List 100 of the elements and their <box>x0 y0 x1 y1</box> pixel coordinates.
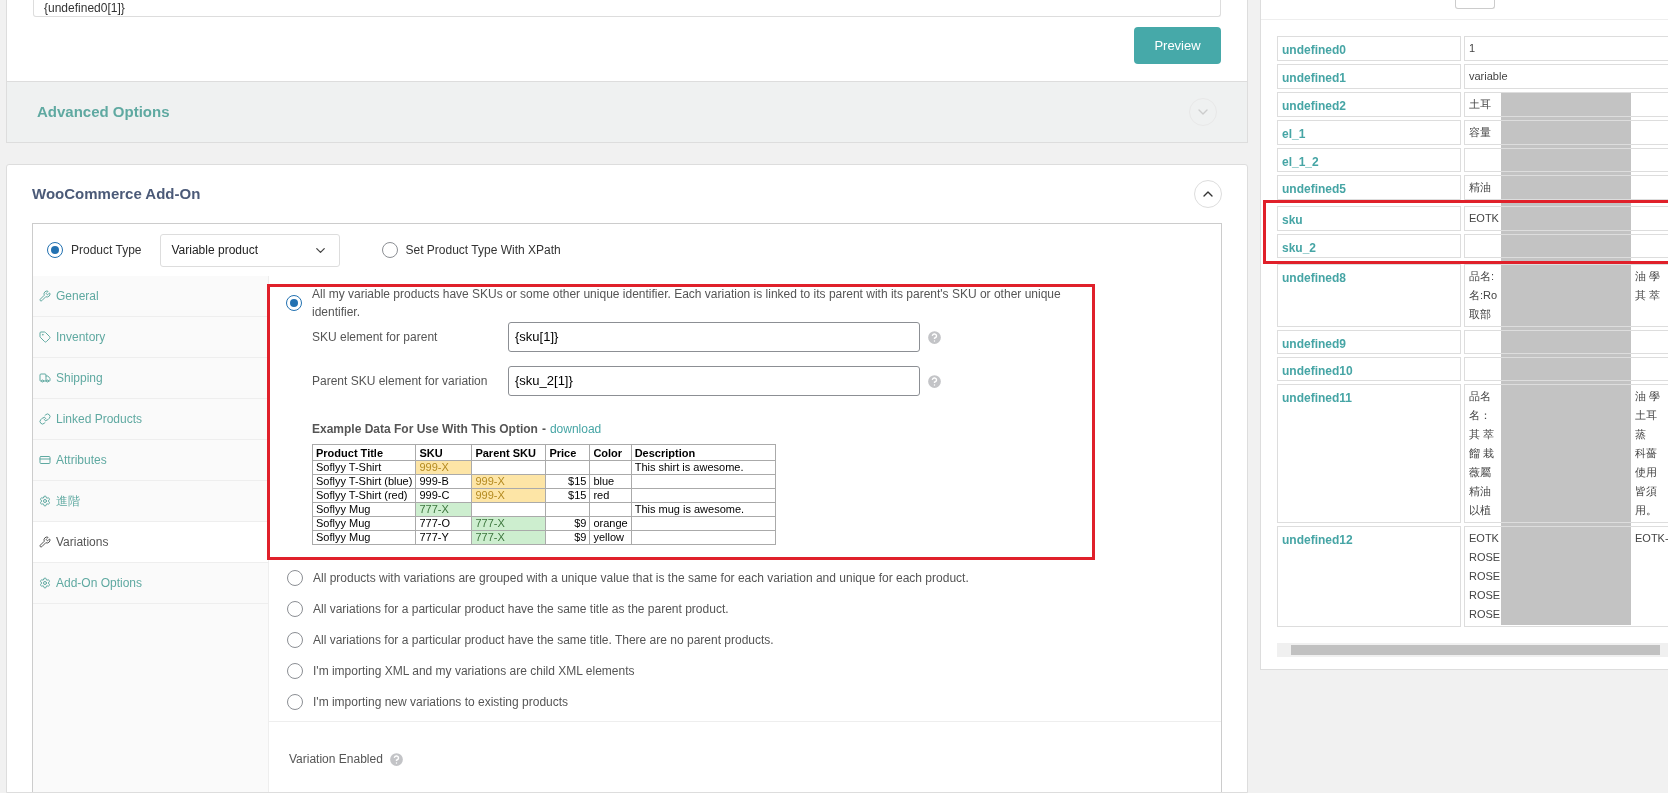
option-label: I'm importing new variations to existing products <box>313 693 569 711</box>
sidebar-tab[interactable]: Variations <box>33 522 268 563</box>
column-header: Description <box>631 444 776 461</box>
table-cell: red <box>589 488 632 503</box>
value-text: ROSE <box>1469 551 1501 563</box>
value-text: 品名 <box>1469 390 1491 402</box>
value-text: 油 學 <box>1635 389 1661 404</box>
option-label: All variations for a particular product have the same title as the parent product. <box>313 600 729 618</box>
radio-button[interactable] <box>287 631 303 648</box>
table-cell: $15 <box>545 488 590 503</box>
help-icon[interactable] <box>926 372 943 390</box>
value-text: 取部 <box>1469 308 1491 320</box>
column-header: SKU <box>415 444 472 461</box>
value-text: 科薔 <box>1635 446 1657 461</box>
value-text: EOTK <box>1469 212 1499 224</box>
radio-button[interactable] <box>287 693 303 710</box>
wrench-icon <box>39 290 51 302</box>
table-cell <box>589 460 632 475</box>
table-cell: Soflyy T-Shirt (blue) <box>312 474 416 489</box>
sidebar-tab[interactable]: Attributes <box>33 440 268 481</box>
card-icon <box>39 454 51 466</box>
radio-button[interactable] <box>287 600 303 617</box>
column-header: Parent SKU <box>471 444 546 461</box>
separator-text: - <box>541 422 546 436</box>
value-text: ROSE <box>1469 608 1501 620</box>
table-cell: Soflyy T-Shirt (red) <box>312 488 416 503</box>
sidebar-tab[interactable]: General <box>33 276 268 317</box>
table-cell: 777-O <box>415 516 472 531</box>
radio-button[interactable] <box>381 242 398 258</box>
value-text: variable <box>1469 70 1508 82</box>
gear-icon <box>39 577 51 589</box>
value-text: 精油 <box>1469 485 1491 497</box>
table-cell: blue <box>589 474 632 489</box>
sidebar-tab[interactable]: Linked Products <box>33 399 268 440</box>
field-label: Parent SKU element for variation <box>312 373 489 390</box>
value-text: 皆須 <box>1635 484 1657 499</box>
table-cell: 777-Y <box>415 530 472 545</box>
text-input[interactable]: {undefined0[1]} <box>33 0 1221 17</box>
option-label: All products with variations are grouped with a unique value that is the same for each variation and unique for each product. <box>313 569 969 587</box>
example-title: Example Data For Use With This Option <box>312 422 538 436</box>
option-label: All variations for a particular product have the same title. There are no parent products. <box>313 631 774 649</box>
value-text: 蒸 <box>1635 427 1646 442</box>
tag-icon <box>39 331 51 343</box>
key-cell: undefined9 <box>1277 330 1461 354</box>
value-text: 1 <box>1469 42 1476 54</box>
sidebar-tab[interactable]: Add-On Options <box>33 563 268 604</box>
text-input[interactable]: {sku[1]} <box>508 322 920 352</box>
table-cell: Soflyy Mug <box>312 516 416 531</box>
value-text: EOTK <box>1469 532 1499 544</box>
truck-icon <box>39 372 51 384</box>
value-text: 其 萃 <box>1635 288 1661 303</box>
value-text: 名:Ro <box>1469 289 1498 301</box>
option-label: All my variable products have SKUs or some other unique identifier. Each variation is linked to its parent with its parent's SKU or other unique identifier. <box>312 285 1062 321</box>
table-cell: 999-B <box>415 474 472 489</box>
value-text: 品名: <box>1469 270 1495 282</box>
help-icon[interactable] <box>387 750 405 768</box>
field-label: Variation Enabled <box>289 751 383 768</box>
sidebar-tab[interactable]: Shipping <box>33 358 268 399</box>
sidebar-tab[interactable]: Inventory <box>33 317 268 358</box>
link-icon <box>39 413 51 425</box>
key-cell: el_1_2 <box>1277 148 1461 172</box>
preview-button[interactable]: Preview <box>1134 27 1221 64</box>
value-text: 油 學 <box>1635 269 1661 284</box>
key-cell: undefined10 <box>1277 357 1461 381</box>
value-text: ROSE <box>1469 589 1501 601</box>
field-label: SKU element for parent <box>312 329 439 346</box>
value-text: 容量 <box>1469 126 1491 138</box>
radio-button[interactable] <box>47 242 63 258</box>
key-cell: undefined12 <box>1277 526 1461 627</box>
value-text: 餾 栽 <box>1469 447 1495 459</box>
key-cell: el_1 <box>1277 120 1461 145</box>
column-header: Product Title <box>312 444 416 461</box>
table-cell: Soflyy Mug <box>312 502 416 517</box>
table-cell: This shirt is awesome. <box>631 460 776 475</box>
key-cell: undefined5 <box>1277 175 1461 200</box>
column-header: Price <box>545 444 590 461</box>
option-label: I'm importing XML and my variations are child XML elements <box>313 662 635 680</box>
value-text: 薇屬 <box>1469 466 1491 478</box>
radio-button[interactable] <box>286 294 302 311</box>
text-input[interactable]: {sku_2[1]} <box>508 366 920 396</box>
table-cell: Soflyy T-Shirt <box>312 460 416 475</box>
key-cell: undefined1 <box>1277 64 1461 89</box>
table-cell: yellow <box>589 530 632 545</box>
value-text: 用。 <box>1635 503 1657 518</box>
radio-button[interactable] <box>287 662 303 679</box>
value-text: EOTK- <box>1635 531 1668 546</box>
section-title: Advanced Options <box>37 101 170 122</box>
value-text: 其 萃 <box>1469 428 1495 440</box>
value-text: 土耳 <box>1635 408 1657 423</box>
small-button[interactable] <box>1455 0 1496 9</box>
table-cell: $9 <box>545 516 590 531</box>
table-cell: orange <box>589 516 632 531</box>
download-link[interactable]: download <box>549 422 602 436</box>
radio-button[interactable] <box>287 569 303 586</box>
gear-icon <box>39 495 51 507</box>
product-type-select[interactable]: Variable product <box>159 233 340 267</box>
table-cell: $9 <box>545 530 590 545</box>
scrollbar[interactable] <box>1277 643 1668 657</box>
table-cell: 999-C <box>415 488 472 503</box>
help-icon[interactable] <box>926 328 943 346</box>
